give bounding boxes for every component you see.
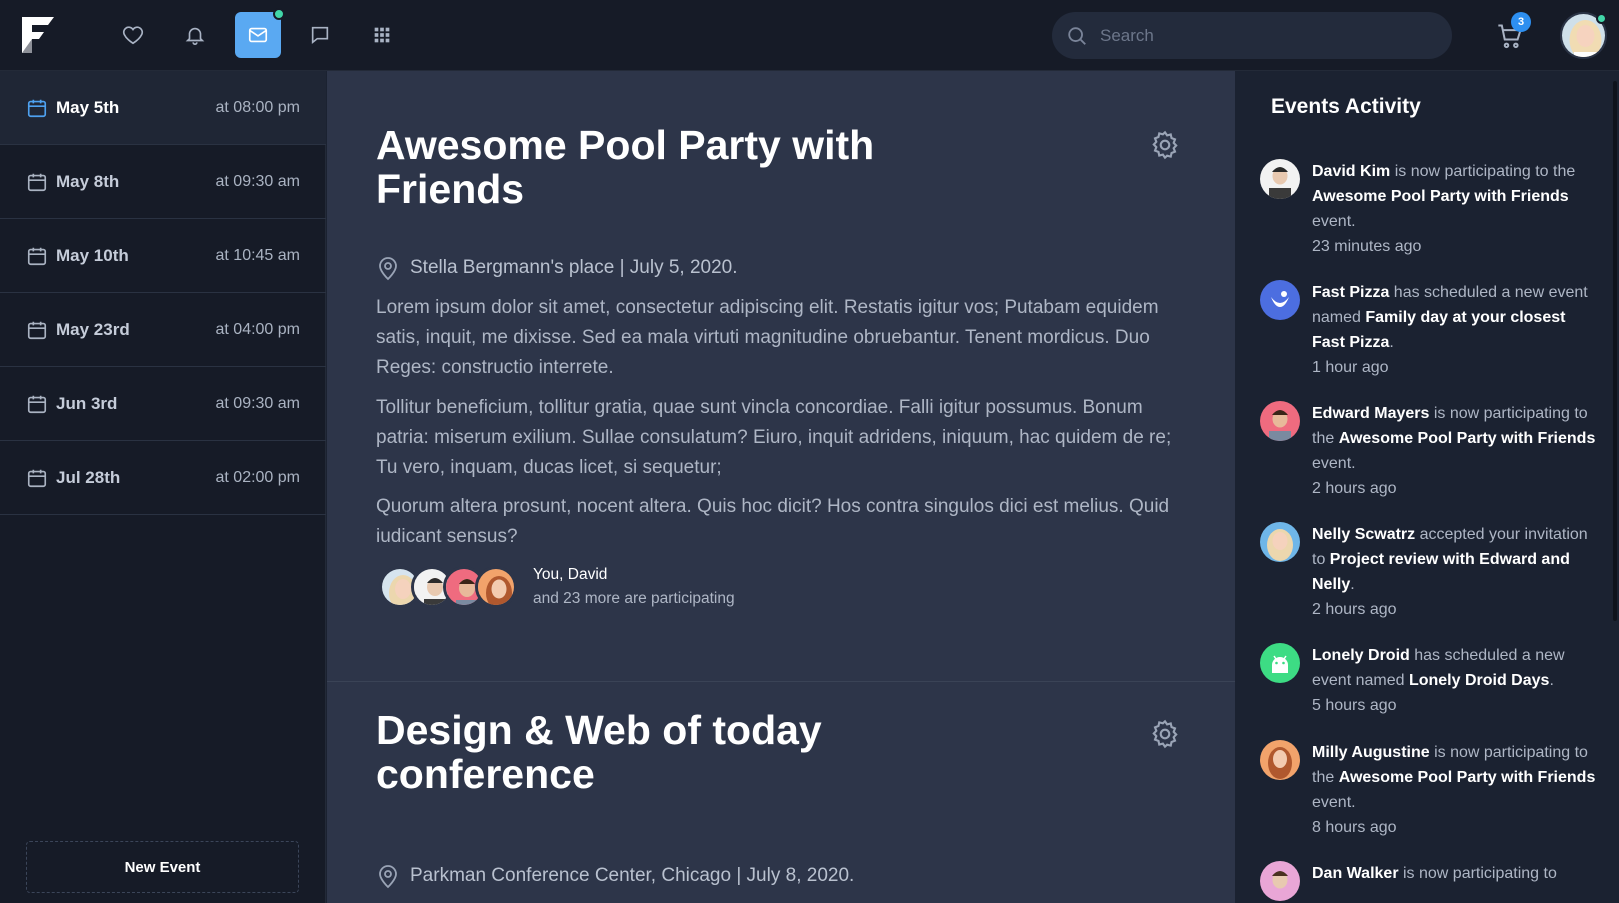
activity-avatar [1260, 401, 1300, 441]
activity-time: 1 hour ago [1312, 359, 1389, 376]
map-pin-icon [379, 257, 397, 281]
date-label: May 23rd [56, 319, 130, 339]
activity-avatar [1260, 522, 1300, 562]
event-description: Lorem ipsum dolor sit amet, consectetur … [376, 297, 1159, 378]
date-time: at 02:00 pm [215, 468, 301, 486]
participant-avatar [475, 566, 517, 608]
activity-actor: Milly Augustine [1312, 744, 1430, 761]
mail-icon [248, 27, 268, 43]
participants-more: and 23 more are participating [533, 590, 735, 607]
event-description: Tollitur beneficium, tollitur gratia, qu… [376, 397, 1172, 478]
date-label: May 8th [56, 171, 120, 191]
activity-tail: . [1389, 334, 1394, 351]
favorites-nav-button[interactable] [110, 12, 156, 58]
search-icon [1068, 26, 1086, 45]
bell-icon [185, 27, 205, 45]
date-time: at 09:30 am [215, 394, 301, 412]
activity-actor: Fast Pizza [1312, 284, 1390, 301]
date-label: Jun 3rd [56, 393, 118, 413]
logo-icon[interactable] [20, 15, 56, 55]
activity-avatar [1260, 643, 1300, 683]
event-description: Quorum altera prosunt, nocent altera. Qu… [376, 496, 1170, 547]
activity-tail: . [1350, 576, 1355, 593]
calendar-icon [27, 469, 47, 487]
activity-tail: . [1549, 672, 1554, 689]
messages-nav-button[interactable] [235, 8, 285, 58]
event-location-text: Parkman Conference Center, Chicago | Jul… [410, 865, 855, 886]
activity-tail: event. [1312, 794, 1356, 811]
gear-icon[interactable] [1149, 718, 1181, 750]
activity-time: 2 hours ago [1312, 480, 1397, 497]
new-event-button[interactable]: New Event [26, 841, 299, 893]
chat-nav-button[interactable] [297, 12, 343, 58]
activity-actor: Edward Mayers [1312, 405, 1430, 422]
date-item[interactable]: May 8th at 09:30 am [0, 145, 326, 219]
heart-icon [122, 26, 144, 45]
date-time: at 04:00 pm [215, 320, 301, 338]
calendar-icon [27, 247, 47, 265]
calendar-icon [27, 173, 47, 191]
activity-verb: is now participating to the [1390, 163, 1576, 180]
event-location-text: Stella Bergmann's place | July 5, 2020. [410, 257, 738, 278]
date-label: May 10th [56, 245, 129, 265]
activity-actor: Dan Walker [1312, 865, 1399, 882]
calendar-icon [27, 99, 47, 117]
activity-avatar [1260, 159, 1300, 199]
search-input[interactable] [1100, 25, 1420, 46]
activity-actor: David Kim [1312, 163, 1391, 180]
activity-target: Awesome Pool Party with Friends [1338, 430, 1596, 447]
date-label: May 5th [56, 97, 120, 117]
activity-tail: event. [1312, 213, 1356, 230]
activity-actor: Nelly Scwatrz [1312, 526, 1416, 543]
events-activity-panel: Events Activity David Kim is now partici… [1236, 71, 1619, 903]
event-divider [327, 681, 1235, 682]
cart-count-badge: 3 [1511, 12, 1531, 32]
activity-target: Awesome Pool Party with Friends [1312, 188, 1569, 205]
top-navbar: 3 [0, 0, 1619, 71]
apps-grid-icon [374, 27, 390, 43]
apps-nav-button[interactable] [359, 12, 405, 58]
search-bar[interactable] [1052, 12, 1452, 59]
participants-summary: You, David and 23 more are participating [533, 563, 735, 611]
activity-scrollbar[interactable] [1613, 81, 1617, 621]
activity-actor: Lonely Droid [1312, 647, 1410, 664]
activity-time: 23 minutes ago [1312, 238, 1422, 255]
online-status-dot [1596, 13, 1607, 24]
date-time: at 09:30 am [215, 172, 301, 190]
activity-avatar [1260, 280, 1300, 320]
activity-time: 2 hours ago [1312, 601, 1397, 618]
calendar-icon [27, 321, 47, 339]
unread-indicator [273, 8, 285, 20]
date-item[interactable]: Jul 28th at 02:00 pm [0, 441, 326, 515]
date-item[interactable]: May 5th at 08:00 pm [0, 71, 326, 145]
activity-target: Lonely Droid Days [1408, 672, 1550, 689]
activity-avatar [1260, 740, 1300, 780]
event-location: Parkman Conference Center, Chicago | Jul… [376, 863, 854, 889]
activity-verb: is now participating to [1398, 865, 1557, 882]
date-item[interactable]: May 23rd at 04:00 pm [0, 293, 326, 367]
date-item[interactable]: Jun 3rd at 09:30 am [0, 367, 326, 441]
calendar-icon [27, 395, 47, 413]
event-dates-sidebar: May 5th at 08:00 pm May 8th at 09:30 am … [0, 71, 326, 903]
notifications-nav-button[interactable] [172, 12, 218, 58]
date-item[interactable]: May 10th at 10:45 am [0, 219, 326, 293]
activity-title: Events Activity [1271, 95, 1421, 118]
map-pin-icon [379, 865, 397, 889]
gear-icon[interactable] [1149, 129, 1181, 161]
activity-time: 5 hours ago [1312, 697, 1397, 714]
participants-names: You, David [533, 566, 608, 583]
date-label: Jul 28th [56, 467, 121, 487]
participants[interactable]: You, David and 23 more are participating [379, 563, 735, 611]
event-location: Stella Bergmann's place | July 5, 2020. [376, 255, 738, 281]
activity-target: Awesome Pool Party with Friends [1338, 769, 1596, 786]
event-feed: Awesome Pool Party with Friends Stella B… [327, 71, 1235, 903]
event-title: Awesome Pool Party with Friends [376, 122, 875, 212]
activity-time: 8 hours ago [1312, 819, 1397, 836]
date-time: at 10:45 am [215, 246, 301, 264]
date-time: at 08:00 pm [215, 98, 301, 116]
activity-tail: event. [1312, 455, 1356, 472]
chat-icon [311, 26, 329, 45]
activity-avatar [1260, 861, 1300, 901]
event-title: Design & Web of today conference [376, 707, 822, 797]
